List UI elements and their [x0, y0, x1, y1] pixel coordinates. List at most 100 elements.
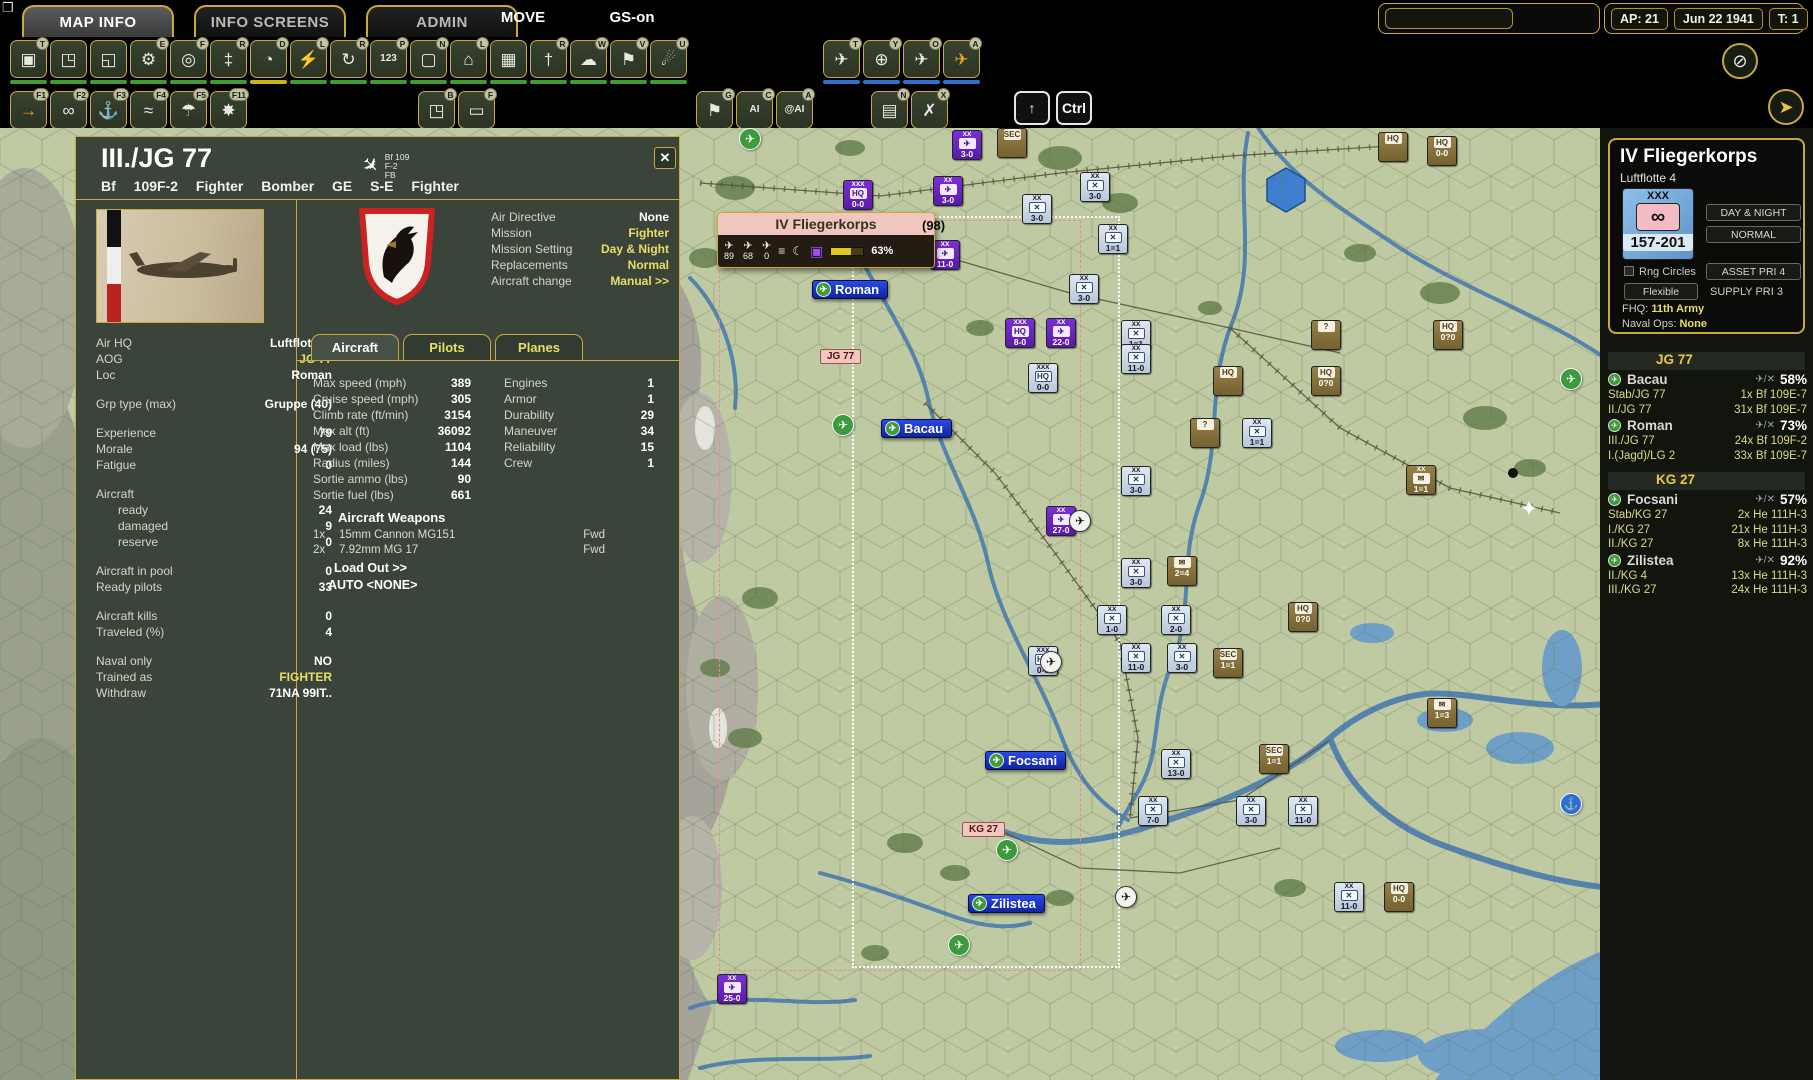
- map-marker[interactable]: ✈: [832, 414, 854, 436]
- airbase-city-button[interactable]: ✈ Roman: [812, 280, 888, 299]
- unit-counter[interactable]: XX ✈ 3-0: [952, 130, 982, 160]
- unit-counter[interactable]: XX ✈ 25-0: [717, 974, 747, 1004]
- unit-counter[interactable]: XX ✕ 3-0: [1121, 558, 1151, 588]
- loadout-button[interactable]: Load Out >>: [334, 561, 407, 575]
- close-button[interactable]: ✕: [654, 147, 676, 169]
- unit-counter[interactable]: ✉ 2=4: [1167, 556, 1197, 586]
- toolbar-button[interactable]: ✈ A: [943, 40, 980, 84]
- unit-counter[interactable]: XX ✉ 1=1: [1406, 465, 1436, 495]
- unit-counter[interactable]: XXX HQ 0-0: [1028, 363, 1058, 393]
- toolbar-button[interactable]: ⚑ V: [610, 40, 647, 84]
- flexible-button[interactable]: Flexible: [1624, 283, 1698, 300]
- unit-counter[interactable]: XX ✕ 3-0: [1167, 643, 1197, 673]
- map-marker[interactable]: ✈: [1560, 368, 1582, 390]
- unit-counter[interactable]: XX ✕ 1-0: [1097, 605, 1127, 635]
- unit-counter[interactable]: XX ✕ 3-0: [1236, 796, 1266, 826]
- hq-group-row[interactable]: ✈ II./KG 4 ✈/✕ 13x He 111H-3: [1608, 569, 1807, 584]
- group-header-kg27[interactable]: KG 27: [1608, 472, 1805, 490]
- toolbar-button[interactable]: ◎ F: [170, 40, 207, 84]
- menu-tab[interactable]: MAP INFO: [22, 5, 174, 37]
- toolbar-button[interactable]: ▦: [490, 40, 527, 84]
- asset-priority-button[interactable]: ASSET PRI 4: [1706, 263, 1801, 280]
- toolbar-button[interactable]: ↻ R: [330, 40, 367, 84]
- toolbar-button[interactable]: ▢ N: [410, 40, 447, 84]
- unit-counter[interactable]: XXX HQ 0-0: [843, 180, 873, 210]
- daynight-button[interactable]: DAY & NIGHT: [1706, 204, 1801, 221]
- hq-group-row[interactable]: ✈ Bacau ✈/✕ 58%: [1608, 371, 1807, 388]
- map-marker[interactable]: ✈: [1115, 886, 1137, 908]
- unit-counter[interactable]: XX ✕ 1=1: [1098, 224, 1128, 254]
- hq-group-row[interactable]: ✈ II./JG 77 ✈/✕ 31x Bf 109E-7: [1608, 403, 1807, 418]
- toolbar-button[interactable]: ⊕ Y: [863, 40, 900, 84]
- hq-group-row[interactable]: ✈ Roman ✈/✕ 73%: [1608, 417, 1807, 434]
- map-marker[interactable]: ⚓: [1560, 793, 1582, 815]
- unit-counter[interactable]: XX ✕ 13-0: [1161, 749, 1191, 779]
- normal-button[interactable]: NORMAL: [1706, 226, 1801, 243]
- toolbar-button[interactable]: 123 P: [370, 40, 407, 84]
- hq-group-row[interactable]: ✈ Stab/KG 27 ✈/✕ 2x He 111H-3: [1608, 508, 1807, 523]
- unit-counter[interactable]: XX ✕ 3-0: [1022, 194, 1052, 224]
- hq-group-row[interactable]: ✈ Focsani ✈/✕ 57%: [1608, 491, 1807, 508]
- air-group-label[interactable]: KG 27: [962, 822, 1005, 837]
- map-marker[interactable]: ✈: [739, 128, 761, 150]
- rng-circles-checkbox[interactable]: Rng Circles: [1624, 266, 1696, 278]
- unit-counter[interactable]: XX ✕ 2-0: [1161, 605, 1191, 635]
- toolbar-button[interactable]: ⚡ L: [290, 40, 327, 84]
- modifier-key-button[interactable]: Ctrl: [1056, 91, 1092, 125]
- modifier-key-button[interactable]: ↑: [1014, 91, 1050, 125]
- supply-priority-label[interactable]: SUPPLY PRI 3: [1710, 286, 1783, 298]
- toolbar-button[interactable]: ☁ W: [570, 40, 607, 84]
- airbase-city-button[interactable]: ✈ Zilistea: [968, 894, 1045, 913]
- unit-counter[interactable]: HQ 0?0: [1311, 366, 1341, 396]
- unit-counter[interactable]: HQ 0?0: [1433, 320, 1463, 350]
- next-unit-button[interactable]: ➤: [1768, 89, 1804, 125]
- unit-counter[interactable]: HQ 0?0: [1288, 602, 1318, 632]
- menu-tab[interactable]: INFO SCREENS: [194, 5, 346, 37]
- top-text-input[interactable]: [1385, 8, 1513, 29]
- detail-tab[interactable]: Aircraft: [311, 334, 399, 360]
- detail-tab[interactable]: Pilots: [403, 334, 491, 360]
- unit-counter[interactable]: SEC: [997, 128, 1027, 158]
- unit-counter[interactable]: XX ✕ 3-0: [1069, 274, 1099, 304]
- map-marker[interactable]: ✈: [948, 934, 970, 956]
- unit-counter[interactable]: XX ✕ 3-0: [1080, 172, 1110, 202]
- toolbar-button[interactable]: ⚙ E: [130, 40, 167, 84]
- toolbar-button[interactable]: ⌂ L: [450, 40, 487, 84]
- map-marker[interactable]: ✦: [1518, 498, 1540, 520]
- hq-group-row[interactable]: ✈ I.(Jagd)/LG 2 ✈/✕ 33x Bf 109E-7: [1608, 449, 1807, 464]
- hq-group-row[interactable]: ✈ II./KG 27 ✈/✕ 8x He 111H-3: [1608, 537, 1807, 552]
- unit-counter[interactable]: XX ✕ 1=1: [1242, 418, 1272, 448]
- unit-counter[interactable]: XX ✕ 11-0: [1121, 344, 1151, 374]
- unit-counter[interactable]: HQ: [1378, 132, 1408, 162]
- toolbar-button[interactable]: ‡ R: [210, 40, 247, 84]
- toolbar-button[interactable]: ☄ U: [650, 40, 687, 84]
- unit-counter[interactable]: XX ✕ 11-0: [1288, 796, 1318, 826]
- unit-counter[interactable]: XX ✕ 11-0: [1334, 882, 1364, 912]
- compass-button[interactable]: ⊘: [1722, 43, 1758, 79]
- airbase-city-button[interactable]: ✈ Bacau: [881, 419, 952, 438]
- unit-counter[interactable]: XX ✈ 3-0: [933, 176, 963, 206]
- unit-counter[interactable]: HQ 0-0: [1427, 136, 1457, 166]
- unit-counter[interactable]: XX ✕ 7-0: [1138, 796, 1168, 826]
- group-header-jg77[interactable]: JG 77: [1608, 352, 1805, 370]
- toolbar-button[interactable]: † R: [530, 40, 567, 84]
- detail-tab[interactable]: Planes: [495, 334, 583, 360]
- hq-group-row[interactable]: ✈ III./JG 77 ✈/✕ 24x Bf 109F-2: [1608, 434, 1807, 449]
- unit-counter[interactable]: ?: [1190, 418, 1220, 448]
- map-marker[interactable]: [1508, 468, 1518, 478]
- unit-counter[interactable]: XXX HQ 8-0: [1005, 318, 1035, 348]
- unit-counter[interactable]: ?: [1311, 320, 1341, 350]
- menu-move[interactable]: MOVE: [478, 9, 568, 26]
- unit-counter[interactable]: XX ✕ 3-0: [1121, 466, 1151, 496]
- hq-group-row[interactable]: ✈ Stab/JG 77 ✈/✕ 1x Bf 109E-7: [1608, 388, 1807, 403]
- toolbar-button[interactable]: ◱: [90, 40, 127, 84]
- map-marker[interactable]: ✈: [1069, 510, 1091, 532]
- toolbar-button[interactable]: ▣ T: [10, 40, 47, 84]
- toolbar-button[interactable]: ◔ D: [250, 40, 287, 84]
- toolbar-button[interactable]: ◳: [50, 40, 87, 84]
- unit-counter[interactable]: ✉ 1=3: [1427, 698, 1457, 728]
- air-group-label[interactable]: JG 77: [820, 349, 861, 364]
- auto-loadout-button[interactable]: AUTO <NONE>: [328, 578, 417, 592]
- hq-group-row[interactable]: ✈ I./KG 27 ✈/✕ 21x He 111H-3: [1608, 523, 1807, 538]
- unit-counter[interactable]: HQ: [1213, 366, 1243, 396]
